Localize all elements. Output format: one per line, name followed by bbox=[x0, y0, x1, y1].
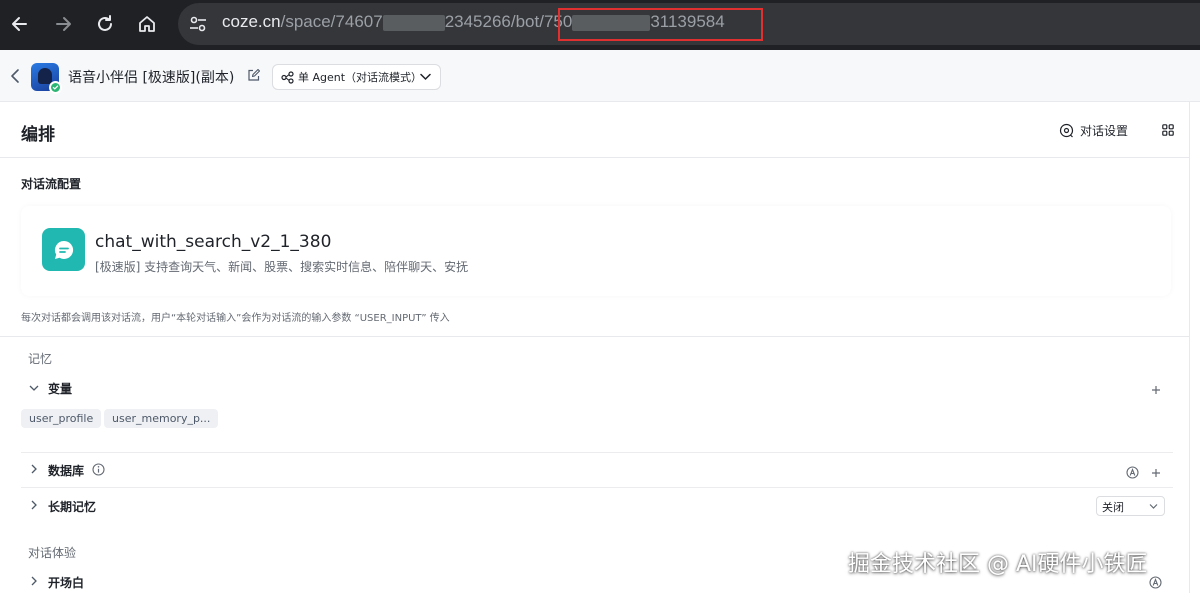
back-button[interactable] bbox=[4, 8, 36, 40]
chevron-down-icon bbox=[1149, 504, 1158, 509]
home-button[interactable] bbox=[131, 8, 163, 40]
annotation-highlight-box bbox=[558, 8, 763, 41]
opening-row-title[interactable]: 开场白 bbox=[48, 574, 84, 591]
forward-arrow-icon bbox=[56, 17, 71, 31]
reload-icon bbox=[98, 15, 112, 31]
add-variable-icon[interactable] bbox=[1151, 385, 1161, 395]
agent-mode-icon bbox=[281, 70, 294, 84]
variables-row-title[interactable]: 变量 bbox=[48, 380, 72, 397]
edit-icon[interactable] bbox=[247, 69, 260, 82]
chevron-down-icon bbox=[420, 73, 431, 81]
back-arrow-icon bbox=[12, 17, 27, 31]
site-info-icon[interactable] bbox=[188, 14, 208, 34]
panel-header: 编排 对话设置 bbox=[0, 102, 1190, 158]
avatar-figure bbox=[38, 68, 52, 84]
experience-group-label: 对话体验 bbox=[28, 546, 77, 560]
url-path-part-1: /space/74607 bbox=[280, 12, 383, 31]
home-icon bbox=[139, 16, 155, 32]
redacted-segment bbox=[382, 14, 445, 31]
add-database-icon[interactable] bbox=[1151, 468, 1161, 478]
agent-mode-label: 单 Agent（对话流模式） bbox=[298, 71, 423, 84]
dialog-settings-button[interactable]: 对话设置 bbox=[1059, 122, 1128, 139]
page-title: 编排 bbox=[21, 125, 55, 145]
database-row-title[interactable]: 数据库 bbox=[48, 462, 84, 479]
variable-tag[interactable]: user_memory_p... bbox=[104, 409, 219, 428]
divider bbox=[0, 336, 1190, 337]
bot-name: 语音小伴侣 [极速版](副本) bbox=[68, 70, 235, 86]
long-memory-value: 关闭 bbox=[1102, 501, 1124, 514]
forward-button[interactable] bbox=[47, 8, 79, 40]
bot-avatar[interactable] bbox=[31, 63, 62, 94]
layout-grid-icon[interactable] bbox=[1162, 124, 1174, 136]
divider bbox=[21, 487, 1173, 488]
long-memory-row-title[interactable]: 长期记忆 bbox=[48, 498, 96, 515]
long-memory-select[interactable]: 关闭 bbox=[1096, 496, 1165, 516]
url-host: coze.cn bbox=[222, 12, 281, 31]
watermark: 掘金技术社区 @ AI硬件小铁匠 bbox=[848, 552, 1148, 577]
chatflow-card[interactable]: chat_with_search_v2_1_380 [极速版] 支持查询天气、新… bbox=[21, 206, 1171, 296]
reload-button[interactable] bbox=[89, 8, 121, 40]
chevron-right-icon[interactable] bbox=[29, 500, 39, 510]
chat-settings-icon bbox=[1059, 123, 1074, 138]
published-check-icon bbox=[49, 81, 62, 94]
browser-toolbar: coze.cn/space/74607 2345266/bot/750 311395… bbox=[0, 0, 1200, 50]
chevron-right-icon[interactable] bbox=[29, 464, 39, 474]
agent-mode-select[interactable]: 单 Agent（对话流模式） bbox=[272, 64, 441, 90]
chevron-left-icon[interactable] bbox=[9, 67, 23, 85]
chatflow-icon bbox=[42, 228, 85, 271]
dialog-settings-label: 对话设置 bbox=[1080, 124, 1129, 138]
divider bbox=[21, 452, 1173, 453]
auto-mode-icon[interactable] bbox=[1149, 576, 1162, 589]
chevron-right-icon[interactable] bbox=[29, 576, 39, 586]
auto-mode-icon[interactable] bbox=[1126, 466, 1139, 479]
memory-group-label: 记忆 bbox=[28, 352, 53, 366]
info-icon[interactable] bbox=[92, 463, 105, 476]
chatflow-name: chat_with_search_v2_1_380 bbox=[95, 232, 332, 252]
arrangement-panel: 编排 对话设置 对话流配置 chat_with_search_v2_1_380 … bbox=[0, 102, 1190, 593]
chevron-down-icon[interactable] bbox=[29, 383, 39, 393]
chatflow-note: 每次对话都会调用该对话流，用户“本轮对话输入”会作为对话流的输入参数 “USER… bbox=[21, 313, 450, 324]
flow-config-label: 对话流配置 bbox=[21, 177, 82, 191]
bot-header: 语音小伴侣 [极速版](副本) 单 Agent（对话流模式） bbox=[0, 50, 1200, 102]
url-path-part-2: 2345266/bot/750 bbox=[444, 12, 573, 31]
chatflow-description: [极速版] 支持查询天气、新闻、股票、搜索实时信息、陪伴聊天、安抚 bbox=[95, 260, 469, 274]
variable-tag[interactable]: user_profile bbox=[21, 409, 102, 428]
